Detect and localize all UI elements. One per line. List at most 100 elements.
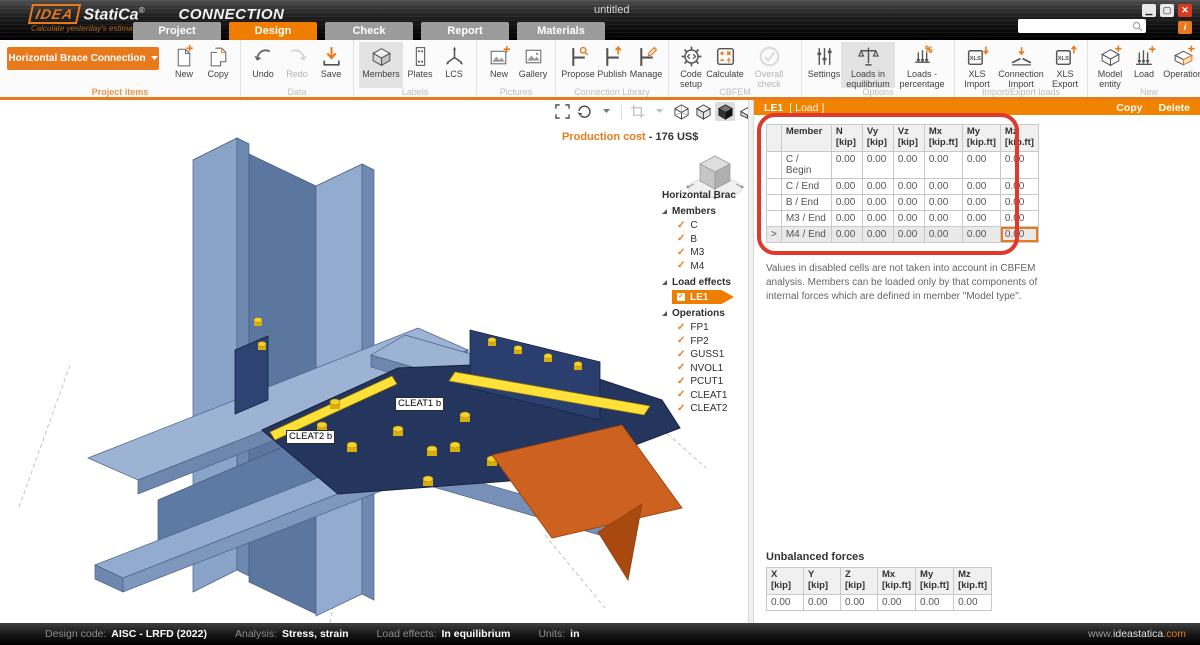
- connection-selector[interactable]: Horizontal Brace Connection: [7, 47, 159, 70]
- tab-project[interactable]: Project: [133, 22, 221, 40]
- member-cell: M4 / End: [781, 226, 831, 242]
- manage-button[interactable]: Manage: [629, 42, 663, 88]
- tree-section-operations[interactable]: Operations: [662, 308, 752, 319]
- tree-item-cleat2[interactable]: ✓CLEAT2: [662, 402, 752, 416]
- info-button[interactable]: i: [1178, 21, 1192, 34]
- status-units[interactable]: Units:in: [538, 628, 579, 640]
- status-analysis[interactable]: Analysis:Stress, strain: [235, 628, 349, 640]
- copy-load-button[interactable]: Copy: [1116, 102, 1142, 114]
- model-entity-button[interactable]: Model entity: [1093, 42, 1127, 88]
- value-cell[interactable]: 0.00: [962, 226, 1000, 242]
- value-cell[interactable]: 0.00: [893, 151, 924, 178]
- tree-item-c[interactable]: ✓C: [662, 219, 752, 233]
- value-cell[interactable]: 0.00: [862, 178, 893, 194]
- undo-button[interactable]: Undo: [246, 42, 280, 88]
- new-load-button[interactable]: Load: [1127, 42, 1161, 88]
- value-cell[interactable]: 0.00: [831, 178, 862, 194]
- tree-item-b[interactable]: ✓B: [662, 233, 752, 247]
- model-viewport[interactable]: CLEAT1 b CLEAT2 b Production cost - 176 …: [0, 100, 750, 623]
- members-labels-button[interactable]: Members: [359, 42, 403, 88]
- close-button[interactable]: ✕: [1178, 4, 1192, 17]
- tree-item-nvol1[interactable]: ✓NVOL1: [662, 362, 752, 376]
- selected-value-cell[interactable]: 0.00: [1000, 226, 1038, 242]
- tab-check[interactable]: Check: [325, 22, 413, 40]
- value-cell[interactable]: 0.00: [893, 226, 924, 242]
- xls-import-button[interactable]: XLS XLS Import: [960, 42, 994, 88]
- value-cell[interactable]: 0.00: [893, 194, 924, 210]
- connection-import-button[interactable]: Connection Import: [994, 42, 1048, 88]
- value-cell[interactable]: 0.00: [924, 210, 962, 226]
- search-input[interactable]: [1018, 19, 1146, 33]
- value-cell[interactable]: 0.00: [831, 210, 862, 226]
- calculate-button[interactable]: Calculate: [708, 42, 742, 88]
- save-button[interactable]: Save: [314, 42, 348, 88]
- tab-design[interactable]: Design: [229, 22, 317, 40]
- new-project-item-button[interactable]: New: [167, 42, 201, 88]
- value-cell[interactable]: 0.00: [862, 226, 893, 242]
- xls-export-button[interactable]: XLS XLS Export: [1048, 42, 1082, 88]
- rotate-view-button[interactable]: [574, 102, 594, 121]
- value-cell[interactable]: 0.00: [962, 210, 1000, 226]
- settings-button[interactable]: Settings: [807, 42, 841, 88]
- rotate-dropdown[interactable]: [596, 102, 616, 121]
- value-cell[interactable]: 0.00: [862, 151, 893, 178]
- status-load-effects[interactable]: Load effects:In equilibrium: [377, 628, 511, 640]
- zoom-fit-button[interactable]: [552, 102, 572, 121]
- value-cell[interactable]: 0.00: [862, 210, 893, 226]
- tree-item-guss1[interactable]: ✓GUSS1: [662, 348, 752, 362]
- overall-check-button[interactable]: Overall check: [742, 42, 796, 88]
- tree-section-members[interactable]: Members: [662, 206, 752, 217]
- value-cell[interactable]: 0.00: [862, 194, 893, 210]
- value-cell[interactable]: 0.00: [831, 194, 862, 210]
- transparent-view-button[interactable]: [693, 102, 713, 121]
- check-icon: ✓: [677, 221, 685, 231]
- code-setup-button[interactable]: Code setup: [674, 42, 708, 88]
- value-cell[interactable]: 0.00: [962, 151, 1000, 178]
- tree-item-le1-selected[interactable]: ✓LE1: [672, 290, 734, 304]
- copy-project-item-button[interactable]: Copy: [201, 42, 235, 88]
- status-design-code[interactable]: Design code:AISC - LRFD (2022): [45, 628, 207, 640]
- publish-button[interactable]: Publish: [595, 42, 629, 88]
- value-cell[interactable]: 0.00: [924, 194, 962, 210]
- minimize-button[interactable]: ▁: [1142, 4, 1156, 17]
- lcs-labels-button[interactable]: LCS: [437, 42, 471, 88]
- new-picture-button[interactable]: New: [482, 42, 516, 88]
- tree-section-load-effects[interactable]: Load effects: [662, 277, 752, 288]
- value-cell[interactable]: 0.00: [924, 226, 962, 242]
- solid-view-button[interactable]: [715, 102, 735, 121]
- gallery-button[interactable]: Gallery: [516, 42, 550, 88]
- rotate-icon: [576, 104, 592, 120]
- value-cell[interactable]: 0.00: [962, 194, 1000, 210]
- loads-in-equilibrium-button[interactable]: Loads in equilibrium: [841, 42, 895, 88]
- propose-button[interactable]: Propose: [561, 42, 595, 88]
- section-dropdown[interactable]: [649, 102, 669, 121]
- value-cell[interactable]: 0.00: [924, 151, 962, 178]
- tree-item-fp1[interactable]: ✓FP1: [662, 321, 752, 335]
- tree-item-m3[interactable]: ✓M3: [662, 246, 752, 260]
- value-cell[interactable]: 0.00: [1000, 194, 1038, 210]
- wireframe-view-button[interactable]: [671, 102, 691, 121]
- tree-item-fp2[interactable]: ✓FP2: [662, 335, 752, 349]
- value-cell[interactable]: 0.00: [831, 226, 862, 242]
- website-link[interactable]: www.ideastatica.com: [1088, 628, 1186, 640]
- value-cell[interactable]: 0.00: [893, 210, 924, 226]
- tab-report[interactable]: Report: [421, 22, 509, 40]
- value-cell[interactable]: 0.00: [962, 178, 1000, 194]
- tab-materials[interactable]: Materials: [517, 22, 605, 40]
- maximize-button[interactable]: ▢: [1160, 4, 1174, 17]
- tree-item-m4[interactable]: ✓M4: [662, 260, 752, 274]
- loads-percentage-button[interactable]: Loads - percentage: [895, 42, 949, 88]
- value-cell[interactable]: 0.00: [831, 151, 862, 178]
- tree-item-pcut1[interactable]: ✓PCUT1: [662, 375, 752, 389]
- value-cell[interactable]: 0.00: [1000, 151, 1038, 178]
- value-cell[interactable]: 0.00: [1000, 178, 1038, 194]
- delete-load-button[interactable]: Delete: [1158, 102, 1190, 114]
- redo-button[interactable]: Redo: [280, 42, 314, 88]
- section-tool-button[interactable]: [627, 102, 647, 121]
- value-cell[interactable]: 0.00: [924, 178, 962, 194]
- value-cell[interactable]: 0.00: [893, 178, 924, 194]
- value-cell[interactable]: 0.00: [1000, 210, 1038, 226]
- plates-labels-button[interactable]: LCS Plates: [403, 42, 437, 88]
- tree-item-cleat1[interactable]: ✓CLEAT1: [662, 389, 752, 403]
- new-operation-button[interactable]: Operation: [1161, 42, 1200, 88]
